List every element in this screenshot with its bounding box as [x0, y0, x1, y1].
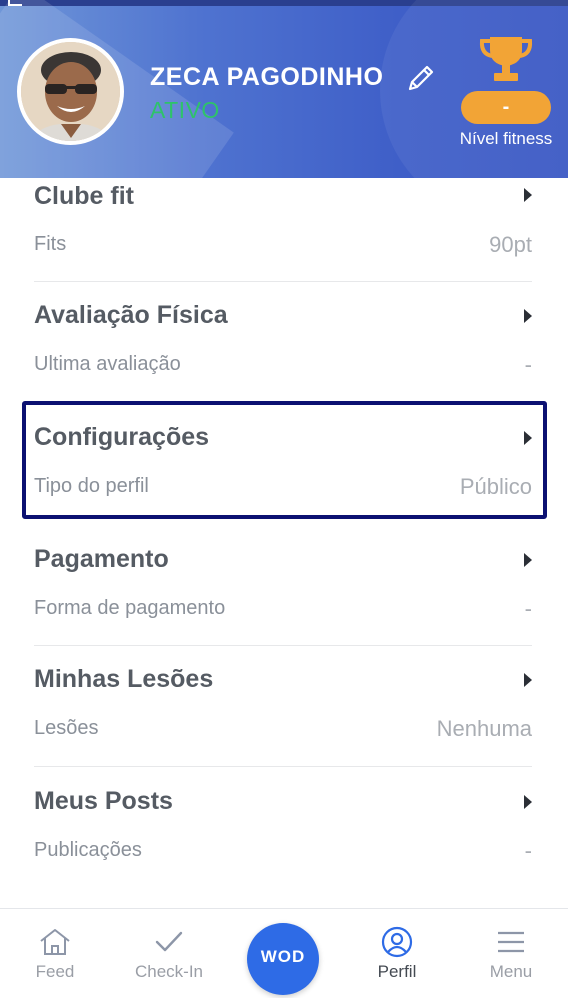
section-subtitle: Lesões — [34, 717, 99, 739]
section-title: Meus Posts — [34, 787, 173, 815]
wod-logo-text: WOD — [260, 947, 306, 966]
nav-menu[interactable]: Menu — [456, 909, 566, 998]
nav-feed[interactable]: Feed — [0, 909, 110, 998]
divider — [34, 281, 532, 282]
section-value: - — [524, 596, 532, 621]
section-meus-posts[interactable]: Meus Posts Publicações - — [34, 786, 532, 890]
nav-label: Perfil — [377, 962, 417, 981]
chevron-right-icon — [524, 673, 532, 687]
nav-label: Feed — [35, 962, 75, 981]
avatar[interactable] — [17, 38, 124, 145]
avatar-photo — [21, 42, 120, 141]
fitness-level-label: Nível fitness — [459, 129, 553, 148]
section-value: Nenhuma — [436, 716, 532, 741]
home-icon — [40, 929, 70, 955]
section-title: Configurações — [34, 423, 210, 451]
chevron-right-icon — [524, 309, 532, 323]
pencil-edit-icon[interactable] — [405, 62, 437, 94]
section-value: - — [524, 838, 532, 863]
divider — [34, 645, 532, 646]
checkmark-icon — [155, 931, 183, 952]
chevron-right-icon — [524, 553, 532, 567]
section-subtitle: Forma de pagamento — [34, 597, 226, 619]
status-bar-icon — [8, 0, 22, 6]
user-circle-icon — [381, 926, 413, 958]
section-title: Clube fit — [34, 182, 134, 210]
chevron-right-icon — [524, 795, 532, 809]
section-minhas-lesoes[interactable]: Minhas Lesões Lesões Nenhuma — [34, 664, 532, 768]
section-title: Minhas Lesões — [34, 665, 214, 693]
section-value: 90pt — [489, 232, 532, 257]
divider — [34, 766, 532, 767]
membership-status: ATIVO — [150, 97, 220, 123]
section-subtitle: Tipo do perfil — [34, 475, 149, 497]
chevron-right-icon — [524, 431, 532, 445]
user-name: ZECA PAGODINHO — [150, 63, 384, 91]
section-pagamento[interactable]: Pagamento Forma de pagamento - — [34, 544, 532, 648]
wod-button[interactable]: WOD — [247, 923, 319, 995]
section-avaliacao-fisica[interactable]: Avaliação Física Ultima avaliação - — [34, 300, 532, 404]
section-subtitle: Publicações — [34, 839, 142, 861]
chevron-right-icon — [524, 188, 532, 202]
section-subtitle: Ultima avaliação — [34, 353, 181, 375]
section-configuracoes[interactable]: Configurações Tipo do perfil Público — [34, 422, 532, 518]
trophy-icon — [479, 37, 533, 81]
section-clube-fit[interactable]: Clube fit Fits 90pt — [34, 178, 532, 282]
nav-label: Check-In — [134, 962, 204, 981]
nav-check-in[interactable]: Check-In — [114, 909, 224, 998]
profile-header: ZECA PAGODINHO ATIVO - Nível fitness — [0, 0, 568, 178]
section-title: Avaliação Física — [34, 301, 228, 329]
section-subtitle: Fits — [34, 233, 67, 255]
section-value: - — [524, 352, 532, 377]
section-value: Público — [459, 474, 532, 499]
nav-label: Menu — [489, 962, 533, 981]
fitness-level-badge: - — [461, 91, 551, 124]
hamburger-menu-icon — [498, 931, 524, 953]
section-title: Pagamento — [34, 545, 169, 573]
nav-perfil[interactable]: Perfil — [342, 909, 452, 998]
